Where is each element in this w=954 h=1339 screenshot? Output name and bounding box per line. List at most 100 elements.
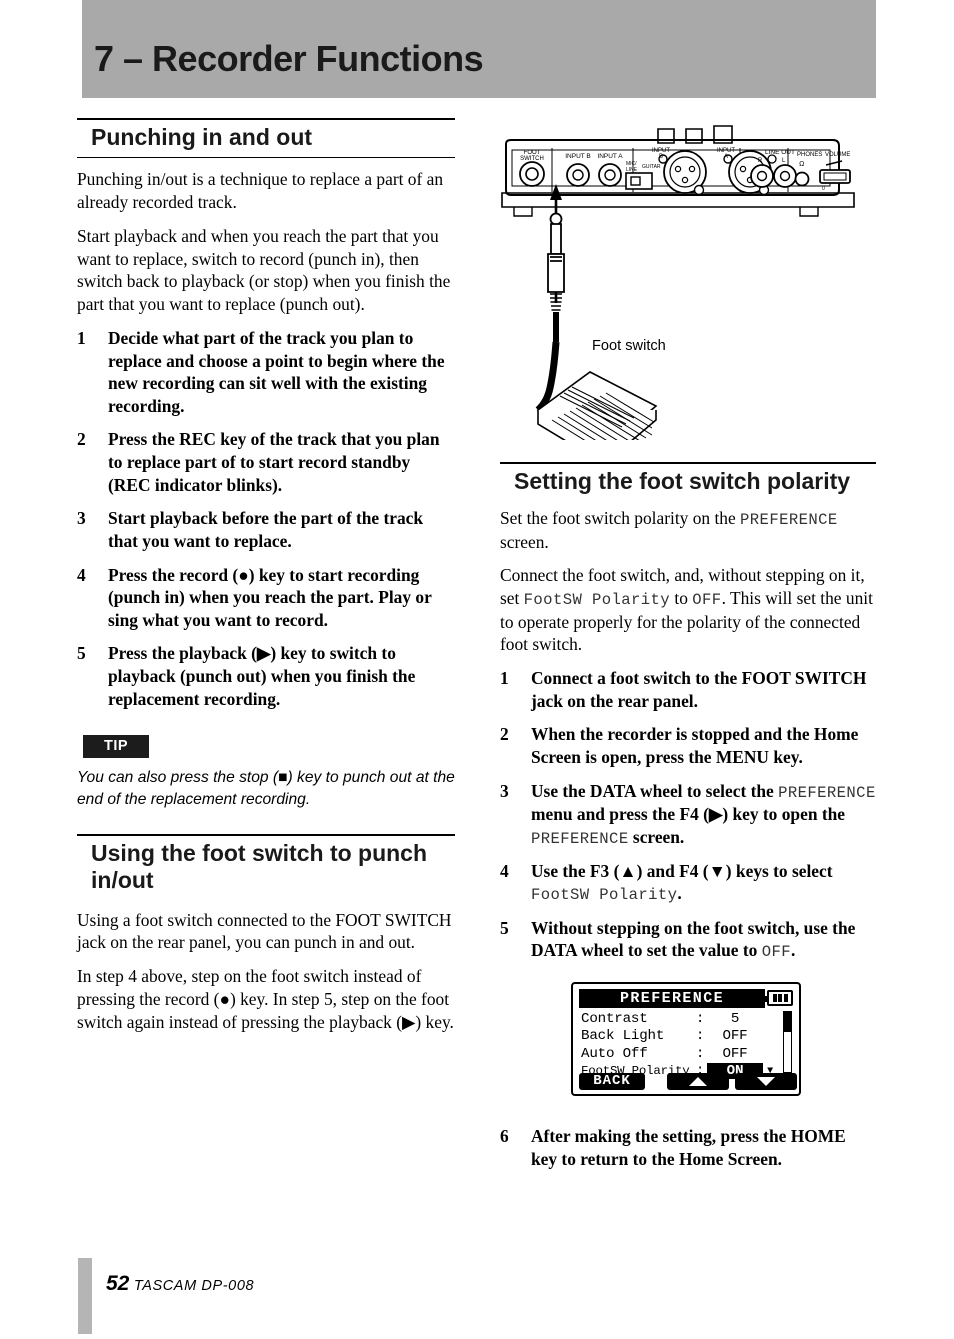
lcd-row-label: Back Light [581,1028,665,1045]
step-number: 1 [500,668,509,689]
paragraph: Start playback and when you reach the pa… [77,225,451,315]
tip-text: You can also press the stop (■) key to p… [77,769,455,808]
step-number: 4 [500,860,509,881]
svg-text:INPUT B: INPUT B [565,153,591,160]
foot-switch-caption: Foot switch [592,338,666,354]
left-column: Punching in and out Punching in/out is a… [77,118,455,1045]
lcd-settings-list: Contrast : 5 Back Light : OFF Auto Off :… [581,1010,777,1080]
list-item: 3 Start playback before the part of the t… [77,507,455,552]
lcd-row-value: OFF [722,1028,748,1045]
step-text: Press the REC key of the track that you … [108,429,440,495]
lcd-scrollbar[interactable] [783,1011,792,1073]
triangle-up-icon [689,1077,707,1086]
rear-panel-illustration: FOOT SWITCH INPUT B INPUT A MIC/ LINE GU… [501,125,855,465]
svg-text:B: B [659,154,663,160]
step-number: 5 [77,643,86,664]
lcd-row-back-light[interactable]: Back Light : OFF [581,1028,777,1046]
lcd-row-value: 5 [730,1010,740,1027]
lcd-row-colon: : [695,1010,705,1027]
paragraph: Using a foot switch connected to the FOO… [77,909,452,953]
paragraph: In step 4 above, step on the foot switch… [77,966,454,1032]
page-number: 52 [106,1272,130,1295]
step-number: 6 [500,1126,509,1146]
tip-badge: TIP [83,735,150,759]
lcd-row-label: Contrast [581,1010,648,1027]
step-text: Use the DATA wheel to select the PREFERE… [531,780,876,848]
step-number: 3 [500,780,509,801]
down-button[interactable] [735,1073,797,1090]
lcd-term: FootSW Polarity [523,591,671,610]
list-item: 2 Press the REC key of the track that you… [77,428,455,496]
paragraph: Punching in/out is a technique to replac… [77,169,444,212]
up-button[interactable] [667,1073,729,1090]
paragraph: Connect the foot switch, and, without st… [500,565,873,655]
step-number: 1 [77,327,86,348]
step-text: When the recorder is stopped and the Hom… [531,724,859,768]
lcd-softkey-bar: BACK [579,1073,797,1090]
lcd-row-value: OFF [722,1045,748,1062]
lcd-row-colon: : [695,1045,705,1062]
lcd-row-label: Auto Off [581,1045,648,1062]
product-name: TASCAM DP-008 [133,1278,255,1294]
svg-text:0: 0 [822,186,825,192]
step-text: Without stepping on the foot switch, use… [531,917,856,962]
list-item: 3 Use the DATA wheel to select the PREFER… [500,780,876,849]
lcd-row-colon: : [695,1028,705,1045]
section-heading-punching: Punching in and out [77,118,455,157]
lcd-term: PREFERENCE [740,511,838,530]
svg-text:LINE OUT: LINE OUT [765,149,795,156]
lcd-row-contrast[interactable]: Contrast : 5 [581,1010,777,1028]
list-item: 2 When the recorder is stopped and the Ho… [500,723,876,768]
step-number: 3 [77,508,86,529]
lcd-row-auto-off[interactable]: Auto Off : OFF [581,1045,777,1063]
step-text: Use the F3 (▲) and F4 (▼) keys to select… [531,860,833,905]
svg-text:PHONES: PHONES [797,152,822,158]
steps-list-punching: 1 Decide what part of the track you plan … [77,327,455,710]
triangle-down-icon [757,1077,775,1086]
right-column: Setting the foot switch polarity Set the… [500,462,876,974]
list-item: 5 Press the playback (▶) key to switch to… [77,642,455,710]
footer: 52 TASCAM DP-008 [106,1272,254,1296]
footer-accent-bar [78,1258,92,1334]
list-item: 4 Press the record (●) key to start recor… [77,564,455,632]
paragraph: Set the foot switch polarity on the PREF… [500,508,838,552]
step-number: 4 [77,564,86,585]
list-item: 1 Connect a foot switch to the FOOT SWITC… [500,667,876,712]
step-text: Decide what part of the track you plan t… [108,327,445,416]
list-item: 6 After making the setting, press the HOM… [500,1125,876,1170]
step-text: Press the playback (▶) key to switch to … [108,643,416,709]
list-item: 4 Use the F3 (▲) and F4 (▼) keys to selec… [500,860,876,906]
lcd-term: OFF [692,591,722,610]
step-text: Connect a foot switch to the FOOT SWITCH… [531,668,867,711]
svg-text:SWITCH: SWITCH [520,156,544,162]
rear-panel-figure: FOOT SWITCH INPUT B INPUT A MIC/ LINE GU… [500,120,876,465]
step-number: 5 [500,917,509,938]
svg-text:L: L [782,158,786,164]
step-number: 2 [500,724,509,745]
lcd-title-bar: PREFERENCE [579,989,765,1008]
svg-text:LINE: LINE [626,167,638,173]
step-text: Start playback before the part of the tr… [108,508,424,551]
section-heading-footswitch-punch: Using the foot switch to punch in/out [77,834,455,900]
section-heading-polarity: Setting the foot switch polarity [500,462,876,501]
manual-page: 7 – Recorder Functions Punching in and o… [0,0,954,1339]
svg-text:VOLUME: VOLUME [825,152,850,158]
step-text: After making the setting, press the HOME… [531,1126,846,1169]
list-item: 1 Decide what part of the track you plan … [77,327,455,418]
lcd-display: PREFERENCE Contrast : 5 Back Light : OFF… [571,982,801,1096]
svg-text:Ω: Ω [799,161,804,168]
chapter-title: 7 – Recorder Functions [94,38,484,79]
list-item: 5 Without stepping on the foot switch, us… [500,917,876,963]
steps-list-polarity-cont: 6 After making the setting, press the HOM… [500,1125,876,1181]
svg-text:INPUT A: INPUT A [597,153,623,160]
step-number: 2 [77,429,86,450]
back-button[interactable]: BACK [579,1073,645,1090]
battery-icon [765,990,793,1006]
heading-rule [77,157,455,159]
svg-text:A: A [724,154,728,160]
preference-screen-figure: PREFERENCE Contrast : 5 Back Light : OFF… [571,982,801,1096]
svg-text:GUITAR: GUITAR [642,164,661,170]
steps-list-polarity: 1 Connect a foot switch to the FOOT SWITC… [500,667,876,962]
step-text: Press the record (●) key to start record… [108,564,432,630]
svg-text:R: R [758,158,763,164]
